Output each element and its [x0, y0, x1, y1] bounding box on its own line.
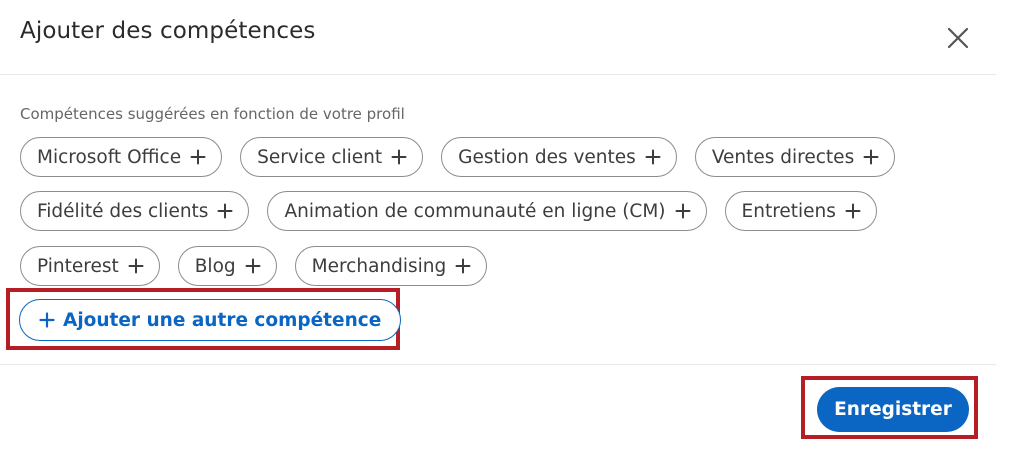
add-skills-modal: Ajouter des compétences Compétences sugg…: [0, 0, 1024, 456]
close-button[interactable]: [940, 20, 976, 56]
skill-chip-entretiens[interactable]: Entretiens: [724, 191, 877, 231]
plus-icon: [863, 149, 879, 165]
skill-chip-gestion-des-ventes[interactable]: Gestion des ventes: [441, 137, 677, 177]
plus-icon: [39, 312, 55, 328]
skill-chip-row: Pinterest Blog Merchandising: [20, 246, 488, 286]
skill-chip-microsoft-office[interactable]: Microsoft Office: [20, 137, 223, 177]
save-button[interactable]: Enregistrer: [817, 387, 969, 432]
skill-chip-label: Ventes directes: [711, 146, 855, 168]
skill-chip-label: Blog: [194, 255, 236, 277]
skill-chip-blog[interactable]: Blog: [177, 246, 277, 286]
skill-chip-label: Entretiens: [741, 200, 836, 222]
skill-chip-fidelite-des-clients[interactable]: Fidélité des clients: [20, 191, 250, 231]
plus-icon: [128, 258, 144, 274]
skill-chip-label: Microsoft Office: [37, 146, 182, 168]
plus-icon: [645, 149, 661, 165]
skill-chip-service-client[interactable]: Service client: [240, 137, 424, 177]
skill-chip-label: Animation de communauté en ligne (CM): [284, 200, 666, 222]
plus-icon: [675, 203, 691, 219]
suggested-skills-label: Compétences suggérées en fonction de vot…: [20, 105, 405, 123]
skill-chip-row: Fidélité des clients Animation de commun…: [20, 191, 877, 231]
add-other-skill-label: Ajouter une autre compétence: [63, 309, 382, 331]
skill-chip-merchandising[interactable]: Merchandising: [294, 246, 488, 286]
plus-icon: [245, 258, 261, 274]
plus-icon: [190, 149, 206, 165]
skill-chip-animation-communaute[interactable]: Animation de communauté en ligne (CM): [267, 191, 707, 231]
skill-chip-pinterest[interactable]: Pinterest: [20, 246, 160, 286]
add-other-skill-button[interactable]: Ajouter une autre compétence: [19, 299, 402, 341]
plus-icon: [845, 203, 861, 219]
skill-chip-label: Fidélité des clients: [37, 200, 209, 222]
plus-icon: [455, 258, 471, 274]
plus-icon: [391, 149, 407, 165]
skill-chip-ventes-directes[interactable]: Ventes directes: [694, 137, 896, 177]
modal-header: Ajouter des compétences: [0, 0, 996, 75]
skill-chip-label: Service client: [257, 146, 383, 168]
skill-chip-label: Merchandising: [311, 255, 447, 277]
modal-title: Ajouter des compétences: [20, 18, 316, 44]
plus-icon: [217, 203, 233, 219]
close-icon: [947, 27, 969, 49]
skill-chip-label: Pinterest: [37, 255, 119, 277]
skill-chip-label: Gestion des ventes: [458, 146, 636, 168]
skill-chip-row: Microsoft Office Service client Gestion …: [20, 137, 896, 177]
